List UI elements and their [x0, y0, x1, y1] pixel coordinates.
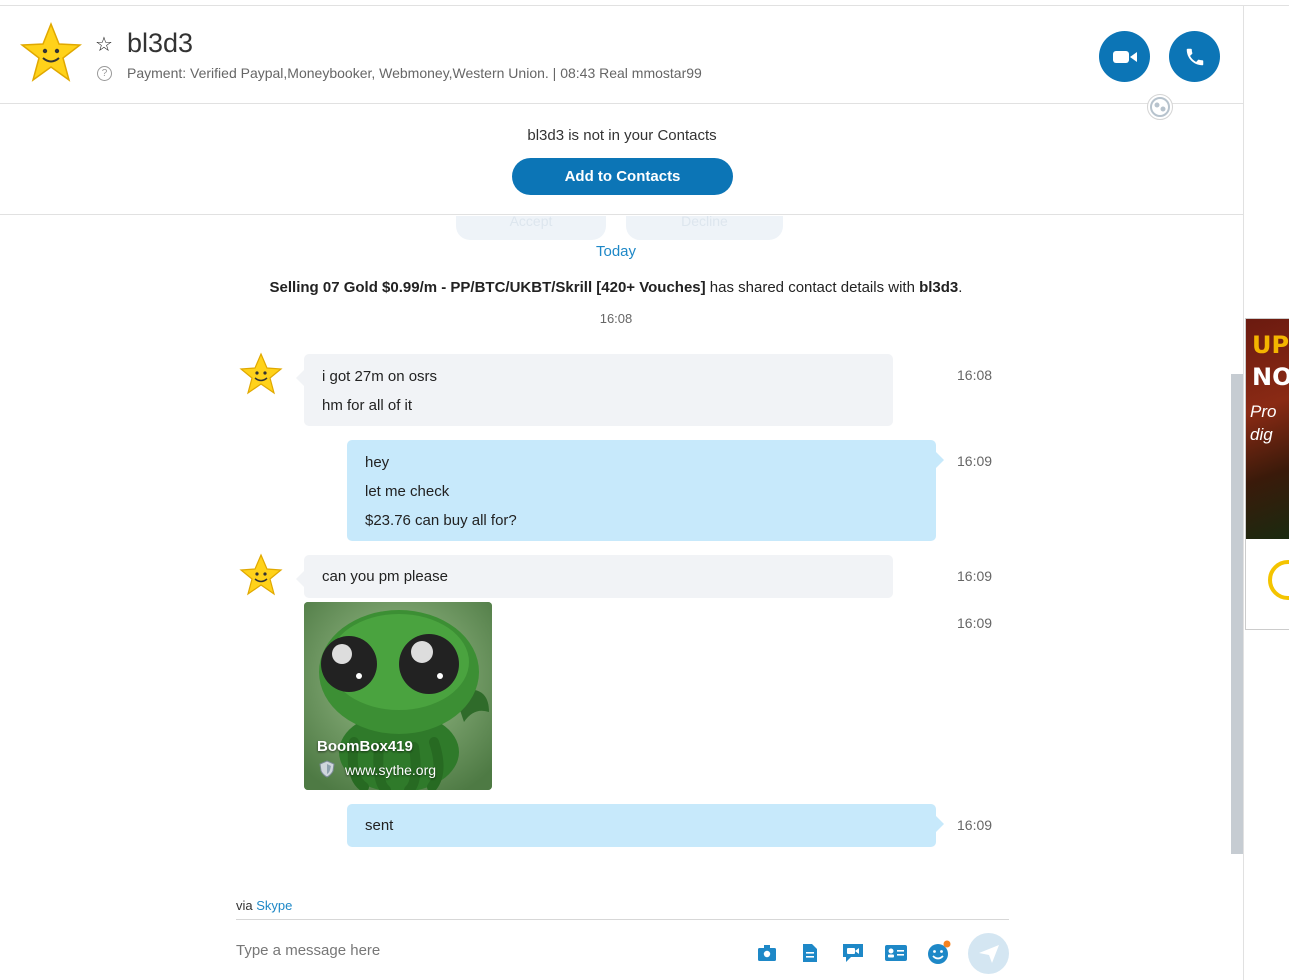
ad-text-1: Pro	[1250, 402, 1277, 421]
favorite-star-icon[interactable]: ☆	[95, 35, 113, 55]
composer-divider	[236, 919, 1009, 920]
message-text: hm for all of it	[322, 397, 413, 414]
day-separator: Today	[595, 243, 637, 260]
ad-headline-1: UP	[1252, 331, 1289, 359]
conversation-pane: ☆ bl3d3 ? Payment: Verified Paypal,Money…	[0, 6, 1244, 980]
conversation-header: ☆ bl3d3 ? Payment: Verified Paypal,Money…	[0, 6, 1244, 104]
accept-button-hidden: Accept	[456, 216, 606, 240]
link-preview-title: BoomBox419	[317, 738, 413, 755]
shared-group-name[interactable]: Selling 07 Gold $0.99/m - PP/BTC/UKBT/Sk…	[270, 279, 706, 296]
contact-card-icon[interactable]	[883, 940, 909, 966]
ad-text-2: dig	[1250, 425, 1273, 444]
video-call-button[interactable]	[1099, 31, 1150, 82]
message-time: 16:09	[957, 615, 993, 631]
message-text: $23.76 can buy all for?	[365, 512, 517, 529]
message-bubble[interactable]: hey let me check $23.76 can buy all for?	[347, 440, 944, 541]
sender-avatar[interactable]	[239, 352, 283, 396]
help-icon[interactable]: ?	[97, 66, 112, 81]
site-shield-icon	[319, 760, 335, 778]
emoticon-icon[interactable]	[926, 940, 952, 966]
send-button[interactable]	[968, 933, 1009, 974]
video-message-icon[interactable]	[840, 940, 866, 966]
ad-logo-icon	[1268, 560, 1289, 600]
file-icon[interactable]	[797, 940, 823, 966]
contact-name[interactable]: bl3d3	[127, 28, 193, 59]
message-text: i got 27m on osrs	[322, 368, 438, 385]
message-time: 16:09	[957, 817, 993, 833]
message-input[interactable]	[236, 935, 716, 965]
shared-event-time: 16:08	[599, 311, 633, 326]
ad-headline-2: NO	[1252, 363, 1289, 391]
skype-link[interactable]: Skype	[256, 898, 292, 913]
not-in-contacts-text: bl3d3 is not in your Contacts	[527, 127, 717, 144]
link-preview-url: www.sythe.org	[345, 762, 437, 778]
ad-image: UP NO Pro dig	[1246, 319, 1289, 539]
message-time: 16:08	[957, 367, 993, 383]
shared-event-end: .	[958, 279, 963, 296]
decline-button-hidden: Decline	[626, 216, 783, 240]
message-text: hey	[365, 454, 390, 471]
message-time: 16:09	[957, 568, 993, 584]
message-time: 16:09	[957, 453, 993, 469]
send-icon	[978, 944, 999, 963]
via-skype-label: via Skype	[236, 898, 293, 913]
shared-event-text: has shared contact details with	[705, 279, 920, 296]
phone-icon	[1186, 48, 1203, 65]
media-gallery-icon[interactable]	[754, 940, 780, 966]
video-camera-icon	[1112, 50, 1137, 63]
shared-contact-name[interactable]: bl3d3	[919, 279, 958, 296]
shared-contact-event: Selling 07 Gold $0.99/m - PP/BTC/UKBT/Sk…	[0, 279, 1232, 296]
contact-avatar[interactable]	[20, 22, 82, 84]
message-text: can you pm please	[322, 568, 448, 585]
add-to-contacts-button[interactable]: Add to Contacts	[512, 158, 733, 195]
audio-call-button[interactable]	[1169, 31, 1220, 82]
message-text: let me check	[365, 483, 450, 500]
contact-mood-message: Payment: Verified Paypal,Moneybooker, We…	[127, 65, 702, 81]
side-advertisement[interactable]: UP NO Pro dig	[1245, 318, 1289, 630]
not-in-contacts-banner: bl3d3 is not in your Contacts Add to Con…	[0, 105, 1244, 215]
message-text: sent	[365, 817, 394, 834]
conversation-scrollbar[interactable]	[1231, 374, 1243, 854]
sender-avatar[interactable]	[239, 553, 283, 597]
message-bubble[interactable]: i got 27m on osrs hm for all of it	[296, 354, 893, 426]
message-bubble[interactable]: sent	[347, 804, 944, 847]
message-bubble[interactable]: can you pm please	[296, 555, 893, 598]
link-preview-card[interactable]: BoomBox419 www.sythe.org	[304, 602, 492, 790]
